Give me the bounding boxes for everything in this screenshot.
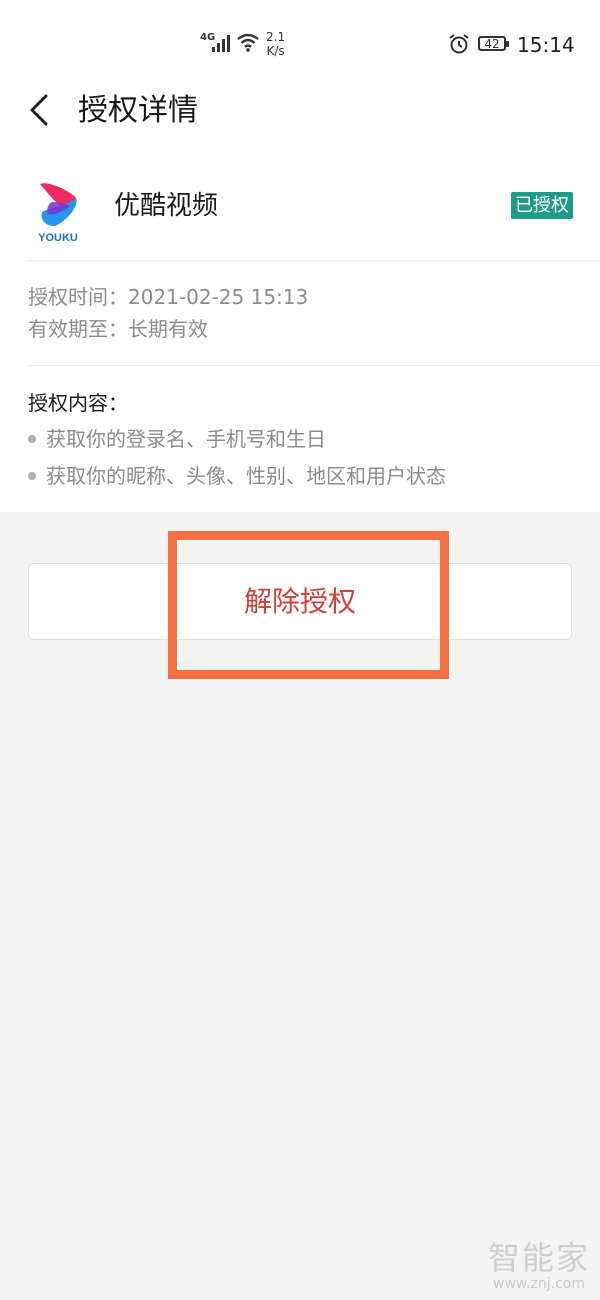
permission-item: 获取你的登录名、手机号和生日 xyxy=(28,424,326,454)
auth-time: 授权时间：2021-02-25 15:13 xyxy=(28,282,308,312)
watermark: 智能家 www.znj.com xyxy=(488,1240,590,1292)
watermark-url: www.znj.com xyxy=(493,1276,585,1292)
back-arrow-icon[interactable] xyxy=(22,88,62,132)
status-badge: 已授权 xyxy=(511,192,573,219)
clock: 15:14 xyxy=(517,33,575,57)
auth-time-label: 授权时间： xyxy=(28,285,128,309)
permission-item: 获取你的昵称、头像、性别、地区和用户状态 xyxy=(28,461,446,491)
valid-until-label: 有效期至： xyxy=(28,317,128,341)
valid-until: 有效期至：长期有效 xyxy=(28,314,208,344)
auth-content-title: 授权内容： xyxy=(28,391,128,415)
wifi-icon xyxy=(237,33,259,52)
speed-value: 2.1 xyxy=(266,30,286,44)
watermark-text: 智能家 xyxy=(487,1239,590,1277)
permission-text: 获取你的登录名、手机号和生日 xyxy=(46,427,326,451)
network-speed: 2.1 K/s xyxy=(266,30,285,58)
bullet-icon xyxy=(28,472,36,480)
divider xyxy=(28,365,600,366)
youku-logo: YOUKU xyxy=(38,183,78,244)
divider xyxy=(28,260,600,261)
logo-text: YOUKU xyxy=(38,232,78,244)
alarm-icon xyxy=(449,34,469,54)
battery-icon: 42 xyxy=(478,36,509,51)
status-bar: 4G 2.1 K/s 42 15:14 xyxy=(0,0,600,88)
valid-until-value: 长期有效 xyxy=(128,317,208,341)
permission-text: 获取你的昵称、头像、性别、地区和用户状态 xyxy=(46,464,446,488)
page-title: 授权详情 xyxy=(78,93,198,128)
auth-time-value: 2021-02-25 15:13 xyxy=(128,285,309,309)
speed-unit: K/s xyxy=(266,44,285,58)
signal-icon xyxy=(212,35,230,52)
bullet-icon xyxy=(28,435,36,443)
app-name: 优酷视频 xyxy=(114,191,219,221)
battery-level: 42 xyxy=(484,37,500,51)
app-row: YOUKU 优酷视频 已授权 xyxy=(0,168,600,260)
revoke-authorization-button[interactable]: 解除授权 xyxy=(28,563,572,640)
